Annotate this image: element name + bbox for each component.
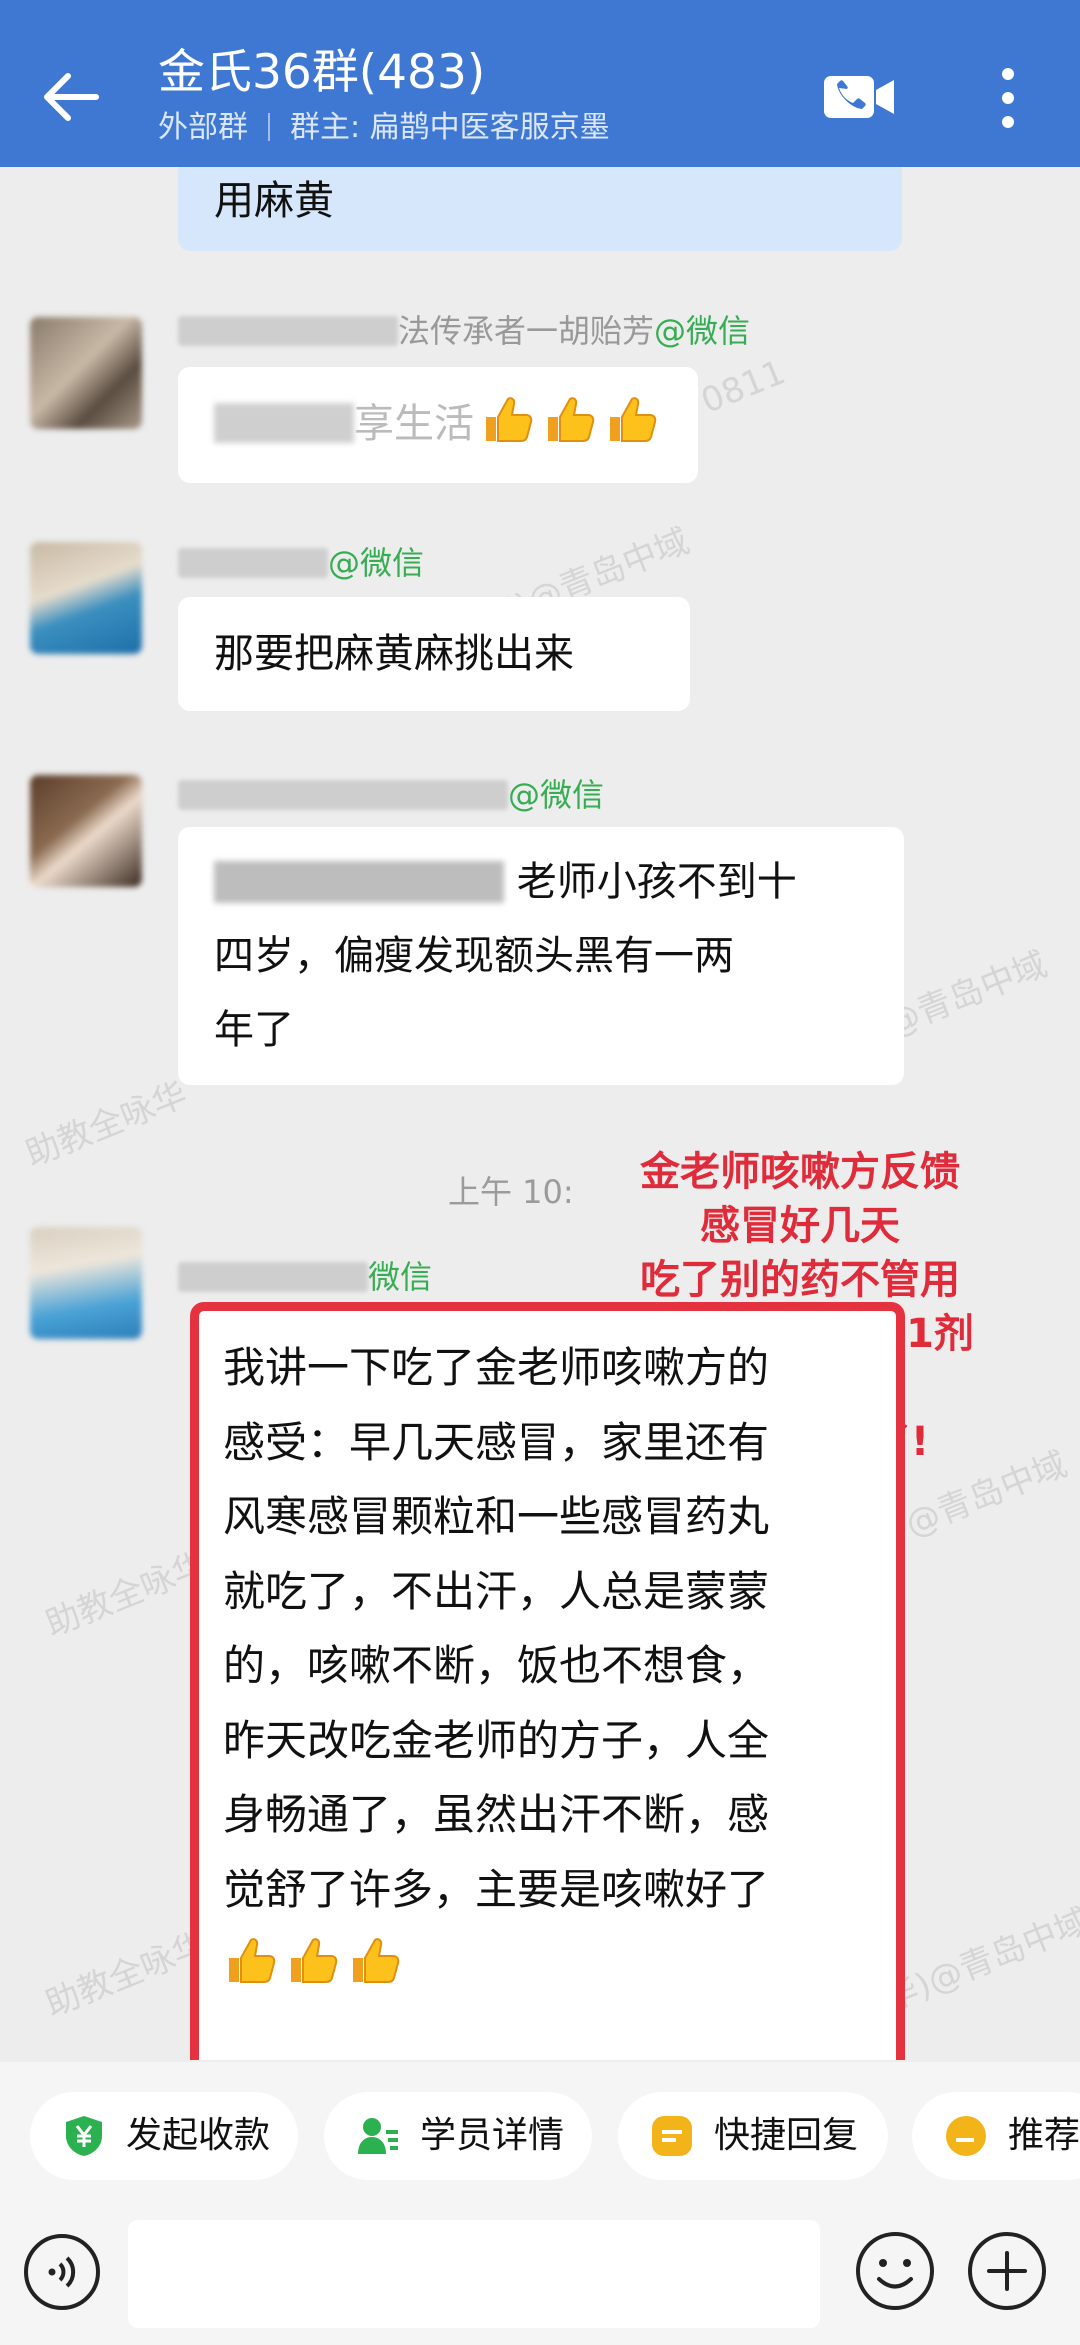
student-details-button[interactable]: 学员详情 [324,2092,592,2180]
avatar[interactable] [30,317,142,429]
message-input[interactable] [128,2220,820,2328]
highlighted-message-bubble[interactable]: 我讲一下吃了金老师咳嗽方的 感受：早几天感冒，家里还有 风寒感冒颗粒和一些感冒药… [190,1302,905,2060]
group-subtitle: 外部群 群主: 扁鹊中医客服京墨 [158,108,610,148]
avatar[interactable] [30,775,142,887]
watermark: 助教全咏华 [40,1924,213,2026]
message-bubble[interactable]: 享生活 [178,367,698,483]
thumbs-up-icon [610,397,657,442]
quick-action-bar: 发起收款 学员详情 快捷回复 推荐 [0,2062,1080,2212]
time-divider: 上午 10: [448,1173,574,1211]
message-text: 享生活 [354,401,474,447]
thumbs-up-icon [229,1938,276,1983]
message-bubble[interactable]: 那要把麻黄麻挑出来 [178,597,690,711]
message-line: 昨天改吃金老师的方子，人全 [223,1715,770,1765]
message-line: 老师小孩不到十 [214,845,868,919]
chat-header: 金氏36群(483) 外部群 群主: 扁鹊中医客服京墨 [0,0,1080,167]
chat-message-list[interactable]: 华(助教全咏华)@青岛中域 助教全咏华 @青岛中域 助教全咏华 @青岛中域 助教… [0,167,1080,2060]
message-text: 用麻黄 [214,178,334,224]
blurred-name [178,548,328,578]
message-input-bar [0,2212,1080,2345]
message-bubble[interactable]: 老师小孩不到十 四岁，偏瘦发现额头黑有一两 年了 [178,827,904,1085]
quick-reply-icon [652,2116,692,2156]
external-group-tag: 外部群 [158,110,248,145]
message-line: 风寒感冒颗粒和一些感冒药丸 [223,1492,770,1541]
watermark: 0811 [695,352,791,422]
yuan-shield-icon [66,2116,102,2156]
back-arrow-icon[interactable] [38,64,104,130]
own-message-bubble[interactable]: 用麻黄 [178,167,902,251]
message-line: 四岁，偏瘦发现额头黑有一两 [214,933,734,979]
recommend-icon [946,2116,986,2156]
watermark: 助教全咏华 [40,1544,213,1646]
message-line: 就吃了，不出汗，人总是蒙蒙 [223,1566,770,1616]
user-detail-icon [358,2118,398,2154]
emoji-icon[interactable] [854,2230,936,2312]
more-options-icon[interactable] [990,62,1026,134]
quick-reply-button[interactable]: 快捷回复 [618,2092,888,2180]
thumbs-up-icon [548,397,595,442]
blurred-text [214,403,354,443]
sender-name: 微信 [178,1255,432,1299]
message-line: 身畅通了，虽然出汗不断，感 [223,1790,770,1839]
group-owner: 群主: 扁鹊中医客服京墨 [290,110,610,145]
avatar[interactable] [30,1227,142,1339]
blurred-name [178,780,508,810]
voice-input-icon[interactable] [22,2232,102,2312]
group-title: 金氏36群(483) [158,45,486,100]
sender-name: @微信 [178,773,604,817]
thumbs-up-icon [486,397,533,442]
initiate-payment-button[interactable]: 发起收款 [30,2092,298,2180]
blurred-name [178,1262,368,1292]
blurred-name [178,316,398,346]
avatar[interactable] [30,542,142,654]
message-line: 感受：早几天感冒，家里还有 [223,1417,770,1467]
message-line: 年了 [214,1007,294,1053]
video-call-icon[interactable] [822,72,896,122]
divider [268,113,270,141]
add-attachment-icon[interactable] [966,2230,1048,2312]
recommend-button[interactable]: 推荐 [912,2092,1080,2180]
message-line: 的，咳嗽不断，饭也不想食， [223,1641,770,1690]
sender-name: 法传承者一胡贻芳@微信 [178,309,750,353]
message-line: 觉舒了许多，主要是咳嗽好了 [223,1864,770,1914]
emoji-line [223,1927,876,2002]
sender-name: @微信 [178,541,424,585]
message-text: 那要把麻黄麻挑出来 [214,631,574,677]
thumbs-up-icon [291,1938,338,1983]
thumbs-up-icon [353,1938,400,1983]
watermark: 助教全咏华 [20,1074,193,1176]
message-line: 我讲一下吃了金老师咳嗽方的 [223,1343,770,1392]
blurred-mention [214,861,504,903]
